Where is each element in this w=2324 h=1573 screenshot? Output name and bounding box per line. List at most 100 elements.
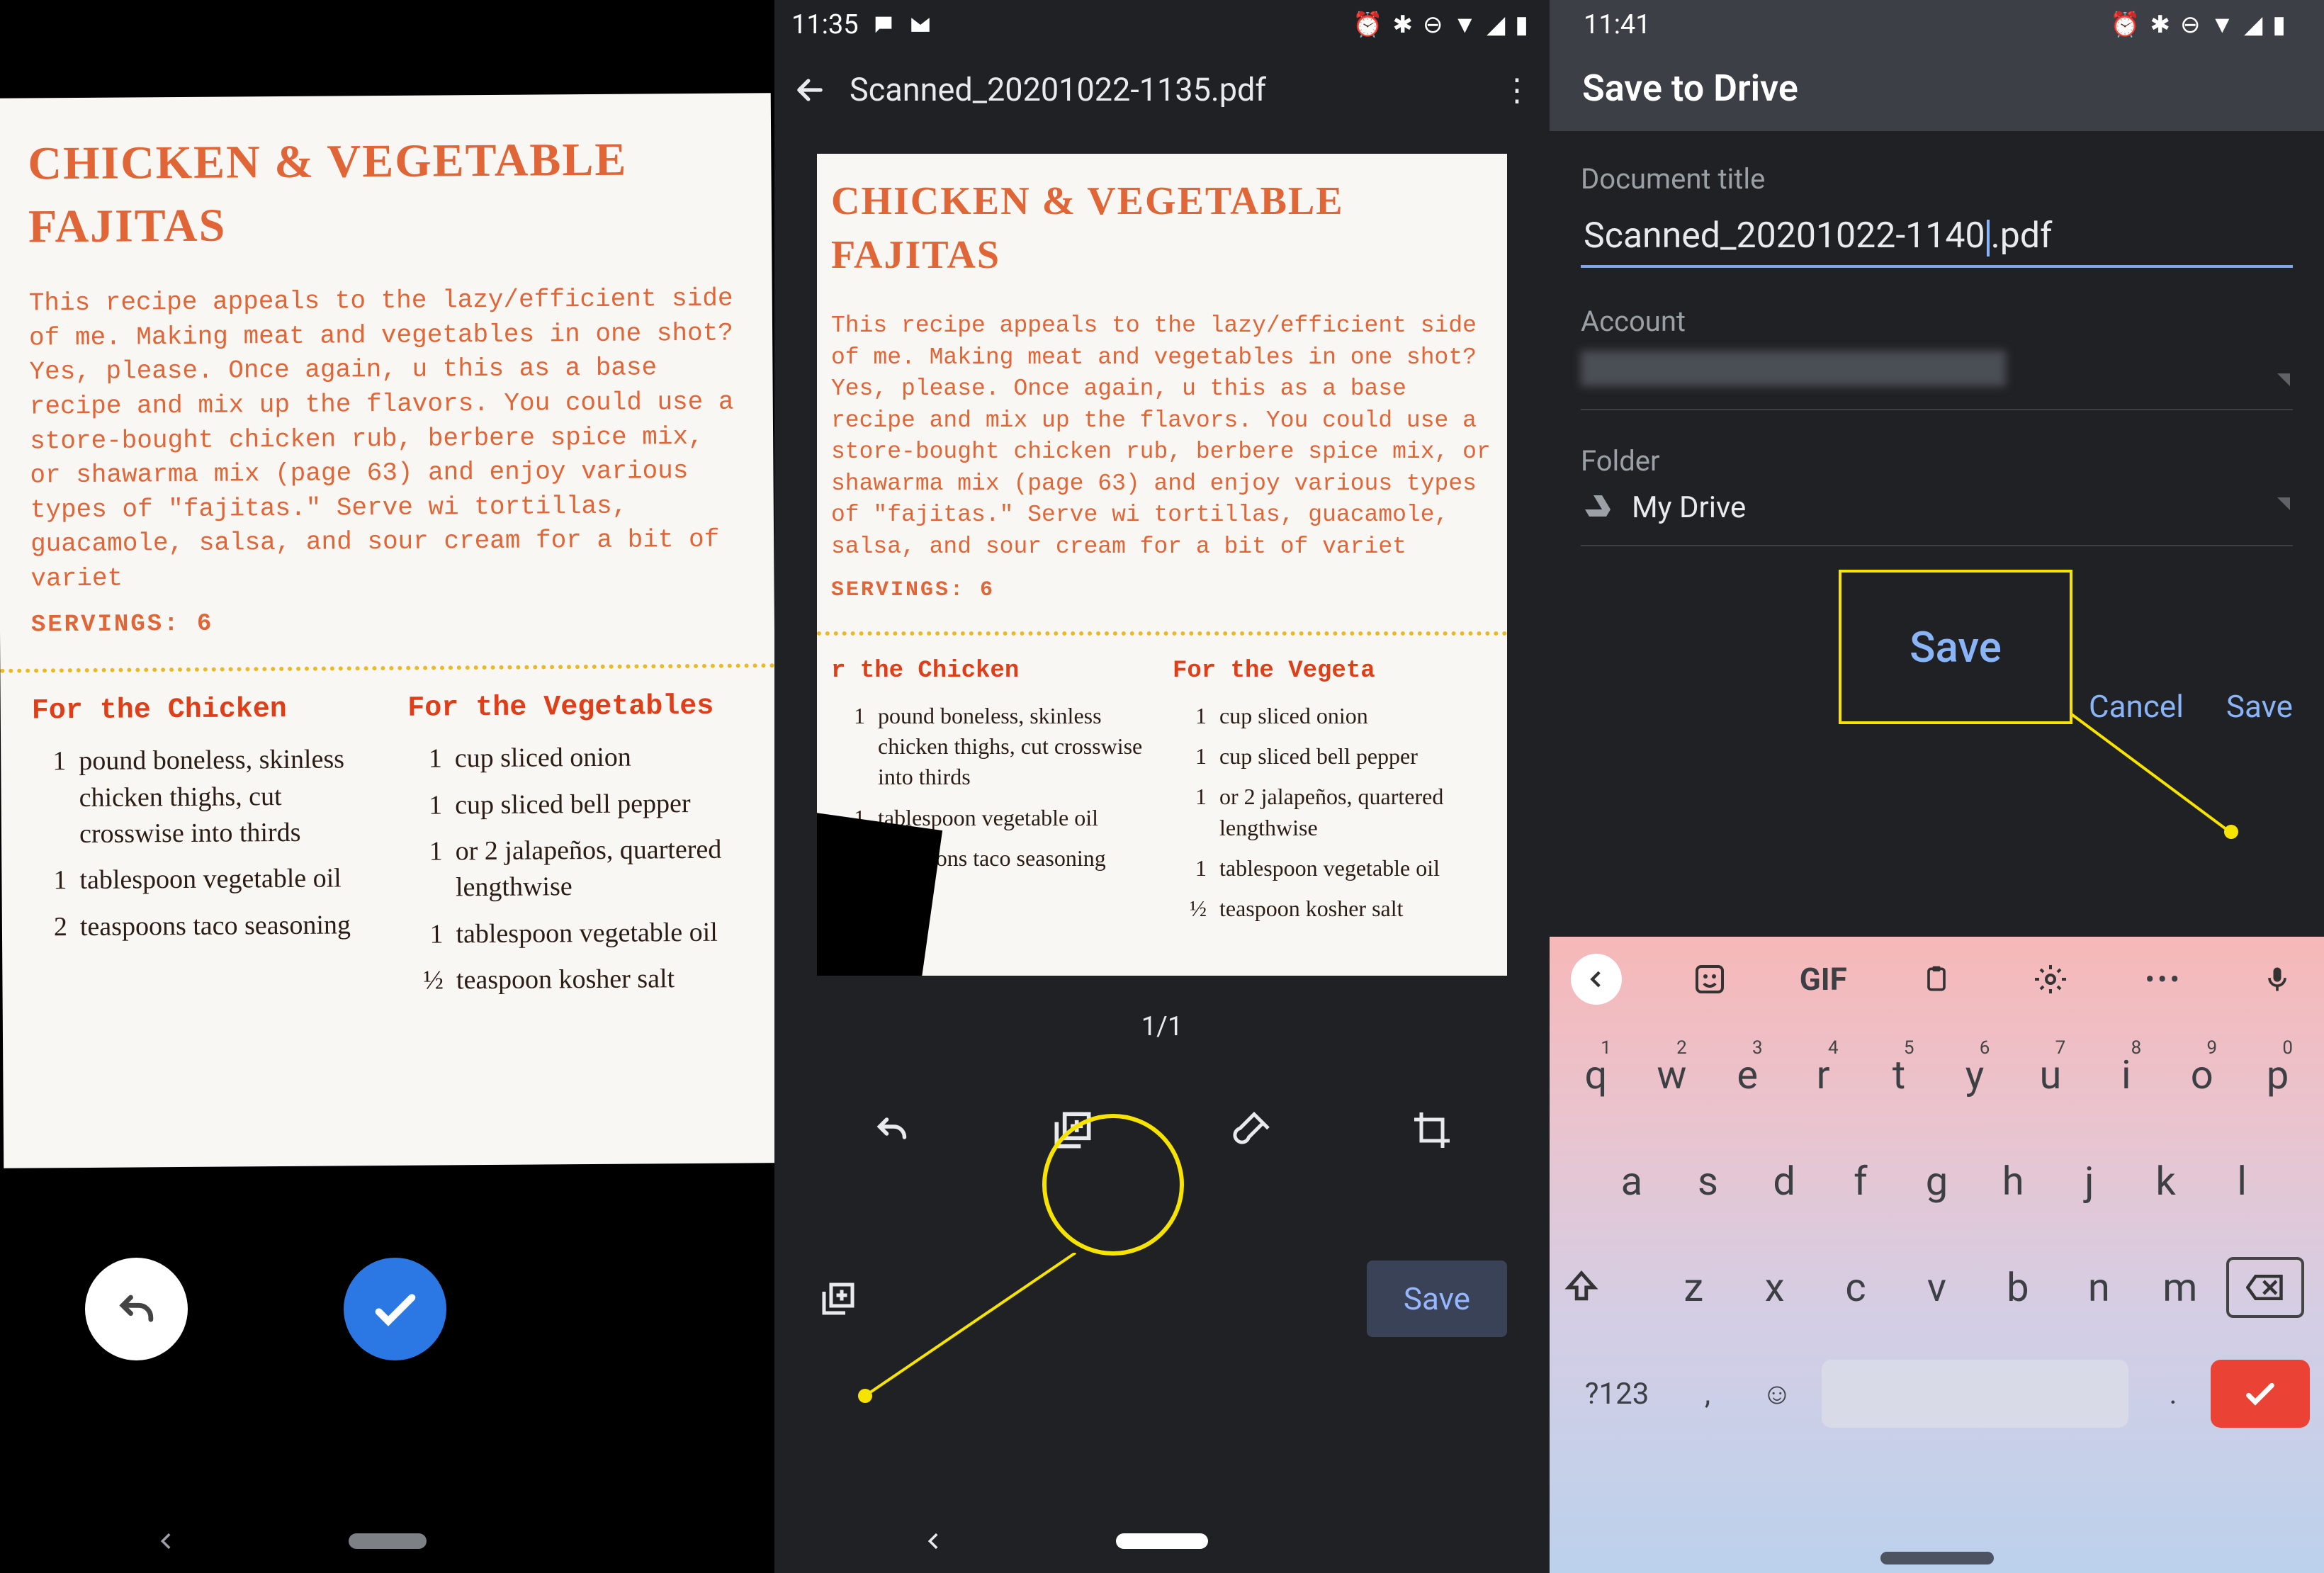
clipboard-icon [1921,964,1952,995]
veg-list-b: 1cup sliced onion 1cup sliced bell pepper… [1173,701,1493,924]
folder-selector[interactable]: My Drive [1581,490,2293,546]
recipe-description-b: This recipe appeals to the lazy/efficien… [831,310,1493,563]
kb-enter-key[interactable] [2211,1360,2310,1428]
kb-key-w[interactable]: 2w [1634,1052,1710,1098]
account-selector[interactable] [1581,351,2293,410]
back-nav-icon[interactable] [154,1529,179,1553]
ingredient-item: 1tablespoon vegetable oil [409,914,745,953]
kb-key-n[interactable]: n [2058,1264,2139,1311]
kb-back-button[interactable] [1571,954,1622,1005]
kb-symbols-key[interactable]: ?123 [1564,1377,1670,1411]
kb-more-button[interactable]: ••• [2136,963,2192,996]
kb-key-v[interactable]: v [1896,1264,1977,1311]
kb-spacebar[interactable] [1822,1360,2128,1428]
undo-icon [113,1285,161,1334]
kb-clipboard-button[interactable] [1908,964,1965,995]
ingredient-item: 1or 2 jalapeños, quartered lengthwise [409,832,745,907]
back-nav-icon-2[interactable] [922,1529,946,1553]
onscreen-keyboard: GIF ••• 1q2w3e4r5t6y7u8i9o0p asdfghjkl z… [1550,937,2324,1573]
back-button[interactable] [791,72,828,108]
kb-key-h[interactable]: h [1975,1158,2051,1205]
kb-key-i[interactable]: 8i [2088,1052,2164,1098]
recipe-title-1b: CHICKEN & VEGETABLE [831,175,1493,229]
home-nav-pill[interactable] [349,1533,427,1549]
veg-list: 1cup sliced onion1cup sliced bell pepper… [408,739,746,999]
dropdown-triangle-icon-2 [2277,497,2290,510]
redo-button[interactable] [871,1109,913,1151]
kb-key-j[interactable]: j [2051,1158,2128,1205]
save-to-drive-screen: 11:41 ⏰ ✱ ⊖ ▼ ◢ ▮ Save to Drive Document… [1550,0,2324,1573]
kb-key-s[interactable]: s [1670,1158,1747,1205]
ingredient-item: 1tablespoon vegetable oil [33,861,369,900]
veg-heading: For the Vegetables [407,688,744,728]
document-filename: Scanned_20201022-1135.pdf [850,71,1480,108]
kb-key-r[interactable]: 4r [1786,1052,1861,1098]
doc-title-input[interactable]: Scanned_20201022-1140.pdf [1581,208,2293,268]
kb-key-f[interactable]: f [1822,1158,1899,1205]
cell-icon-3: ◢ [2244,11,2262,39]
kb-key-l[interactable]: l [2204,1158,2280,1205]
kb-key-m[interactable]: m [2140,1264,2221,1311]
text-caret [1987,220,1990,256]
scan-preview-screen: 11:35 ⏰ ✱ ⊖ ▼ ◢ ▮ Scanned_20201022-1135.… [774,0,1550,1573]
kb-period-key[interactable]: . [2141,1377,2205,1411]
kb-key-c[interactable]: c [1815,1264,1896,1311]
chicken-heading-b: r the Chicken [831,655,1151,688]
kb-key-d[interactable]: d [1746,1158,1822,1205]
kb-key-p[interactable]: 0p [2240,1052,2315,1098]
kb-key-u[interactable]: 7u [2012,1052,2088,1098]
kb-key-q[interactable]: 1q [1558,1052,1634,1098]
kb-settings-button[interactable] [2022,962,2079,996]
kb-comma-key[interactable]: , [1676,1377,1739,1411]
battery-icon-3: ▮ [2272,11,2286,39]
kb-voice-button[interactable] [2249,964,2306,995]
ingredient-item: ½teaspoon kosher salt [1173,893,1493,924]
kb-backspace-key[interactable] [2226,1257,2311,1318]
crop-button[interactable] [1411,1109,1453,1151]
kb-gif-button[interactable]: GIF [1795,961,1851,998]
kb-key-e[interactable]: 3e [1710,1052,1786,1098]
add-page-icon-small [817,1278,859,1320]
kb-sticker-button[interactable] [1681,962,1738,996]
more-menu-button[interactable]: ⋮ [1501,72,1533,108]
color-palette-button[interactable] [1233,1109,1275,1151]
folder-value: My Drive [1632,490,1746,525]
confirm-scan-button[interactable] [344,1258,446,1360]
ingredient-item: 1cup sliced onion [1173,701,1493,731]
mic-icon [2262,964,2293,995]
home-nav-pill-2[interactable] [1116,1533,1208,1549]
kb-key-k[interactable]: k [2128,1158,2204,1205]
annotation-dot-1 [858,1389,872,1403]
kb-key-z[interactable]: z [1653,1264,1734,1311]
kb-key-x[interactable]: x [1734,1264,1815,1311]
ingredient-item: 1tablespoon vegetable oil [1173,853,1493,884]
save-confirm-button[interactable]: Save [2226,688,2293,725]
ingredient-item: 1pound boneless, skinless chicken thighs… [831,701,1151,793]
scan-capture-screen: CHICKEN & VEGETABLE FAJITAS This recipe … [0,0,774,1573]
save-button[interactable]: Save [1367,1261,1507,1337]
kb-key-y[interactable]: 6y [1937,1052,2013,1098]
kb-key-o[interactable]: 9o [2164,1052,2240,1098]
highlight-circle [1042,1114,1184,1256]
kb-shift-key[interactable] [1562,1268,1647,1307]
add-page-button-bottom[interactable] [817,1278,859,1320]
save-dialog-title: Save to Drive [1567,45,2307,131]
recipe-title-2b: FAJITAS [831,229,1493,283]
kb-key-a[interactable]: a [1593,1158,1670,1205]
cancel-button[interactable]: Cancel [2089,688,2184,725]
bluetooth-icon-3: ✱ [2150,11,2170,39]
retake-button[interactable] [85,1258,188,1360]
home-nav-pill-3[interactable] [1880,1552,1994,1564]
scanned-page-preview[interactable]: CHICKEN & VEGETABLE FAJITAS This recipe … [817,154,1507,976]
android-navbar-3 [1550,1552,2324,1564]
kb-emoji-key[interactable]: ☺ [1745,1377,1809,1411]
kb-key-g[interactable]: g [1899,1158,1975,1205]
doc-title-label: Document title [1581,162,2293,196]
highlight-save-box: Save [1839,570,2072,724]
account-value-redacted [1581,351,2006,386]
drive-icon [1581,491,1615,525]
kb-key-t[interactable]: 5t [1861,1052,1937,1098]
alarm-icon-3: ⏰ [2110,11,2140,39]
ingredient-item: 1cup sliced bell pepper [1173,741,1493,772]
kb-key-b[interactable]: b [1978,1264,2058,1311]
